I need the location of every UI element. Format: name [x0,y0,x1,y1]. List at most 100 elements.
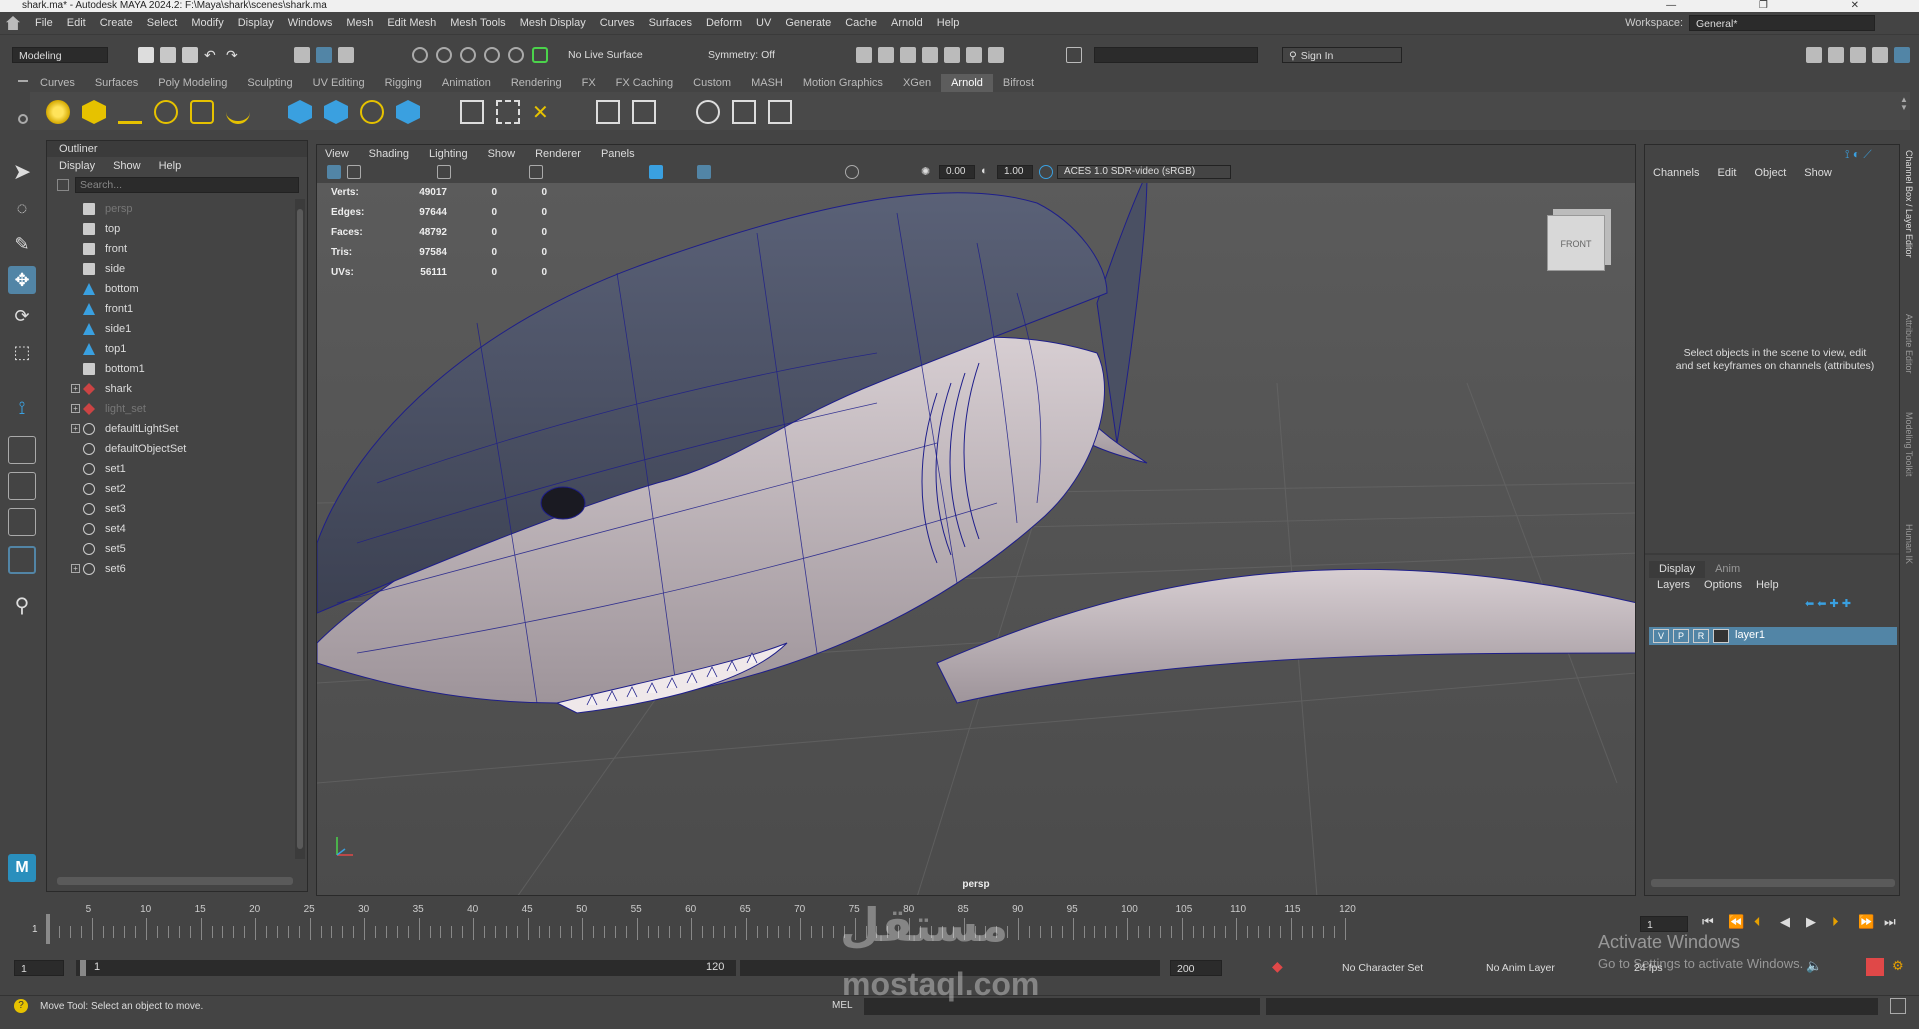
shelf-tab-curves[interactable]: Curves [30,74,85,92]
single-view-icon[interactable] [8,436,36,464]
wireframe-on-shaded-icon[interactable] [697,165,711,179]
outliner-hscrollbar[interactable] [57,877,293,885]
outliner-item[interactable]: top [47,219,287,239]
layer-reference-toggle[interactable]: R [1693,629,1709,643]
symmetry-dropdown[interactable]: Symmetry: Off [702,47,806,63]
menu-mesh-display[interactable]: Mesh Display [513,17,593,29]
paint-select-icon[interactable]: ✎ [8,230,36,258]
shelf-tab-surfaces[interactable]: Surfaces [85,74,148,92]
menu-edit[interactable]: Edit [60,17,93,29]
menu-surfaces[interactable]: Surfaces [642,17,699,29]
render-sequence-icon[interactable] [732,100,756,124]
export-standin-icon[interactable] [324,100,348,124]
outliner-item[interactable]: set2 [47,479,287,499]
move-tool-icon[interactable]: ✥ [8,266,36,294]
outliner-item[interactable]: bottom [47,279,287,299]
outliner-item[interactable]: side1 [47,319,287,339]
input-line-field[interactable] [1094,47,1258,63]
menu-display[interactable]: Display [231,17,281,29]
cb-menu-edit[interactable]: Edit [1717,167,1736,179]
shelf-tab-rigging[interactable]: Rigging [375,74,432,92]
live-surface-field[interactable]: No Live Surface [562,47,666,63]
render-view-shelf-icon[interactable] [460,100,484,124]
color-management-icon[interactable] [1039,165,1053,179]
open-scene-icon[interactable] [160,47,176,63]
outliner-item[interactable]: set4 [47,519,287,539]
shelf-tab-custom[interactable]: Custom [683,74,741,92]
play-render-icon[interactable] [768,100,792,124]
outliner-menu-display[interactable]: Display [59,160,95,172]
two-view-icon[interactable] [8,508,36,536]
outliner-item[interactable]: side [47,259,287,279]
outliner-item[interactable]: persp [47,199,287,219]
flush-cache-icon[interactable]: ✕ [532,100,556,124]
cb-menu-object[interactable]: Object [1754,167,1786,179]
animation-start-field[interactable]: 1 [14,960,64,976]
color-space-dropdown[interactable]: ACES 1.0 SDR-video (sRGB) [1057,165,1231,179]
viewport-menu-lighting[interactable]: Lighting [429,148,468,160]
last-tool-icon[interactable]: ⟟ [8,394,36,422]
physical-sky-icon[interactable] [226,100,250,124]
layer-visibility-toggle[interactable]: V [1653,629,1669,643]
layer-hscrollbar[interactable] [1651,879,1895,887]
layer-color-swatch[interactable] [1713,629,1729,643]
outliner-menu-help[interactable]: Help [159,160,182,172]
outliner-item[interactable]: + shark [47,379,287,399]
shelf-scroll-arrows[interactable]: ▲ ▼ [1900,96,1908,112]
menu-uv[interactable]: UV [749,17,778,29]
expand-toggle-icon[interactable]: + [71,424,80,433]
layer-action-icons[interactable]: ⬅ ⬅ ✚ ✚ [1805,597,1851,610]
shelf-tab-motion-graphics[interactable]: Motion Graphics [793,74,893,92]
channel-box-icon[interactable] [1894,47,1910,63]
pause-render-icon[interactable] [988,47,1004,63]
tx-manager-icon[interactable] [596,100,620,124]
ipr-render-icon[interactable] [900,47,916,63]
outliner-scrollbar[interactable] [295,199,305,859]
layer-playback-toggle[interactable]: P [1673,629,1689,643]
layer-menu-options[interactable]: Options [1704,579,1742,591]
shelf-tab-uv-editing[interactable]: UV Editing [303,74,375,92]
outliner-item[interactable]: set1 [47,459,287,479]
redo-icon[interactable]: ↷ [226,47,242,63]
go-to-start-icon[interactable]: ⏮ [1702,914,1714,930]
menu-mesh[interactable]: Mesh [339,17,380,29]
menu-file[interactable]: File [28,17,60,29]
menu-modify[interactable]: Modify [184,17,230,29]
gamma-field[interactable]: 1.00 [997,165,1033,179]
curve-collector-icon[interactable] [360,100,384,124]
outliner-search-input[interactable]: Search... [75,177,299,193]
isolate-select-icon[interactable] [845,165,859,179]
flush-textures-icon[interactable] [496,100,520,124]
skydome-light-icon[interactable] [154,100,178,124]
layer-name[interactable]: layer1 [1735,629,1765,641]
viewport-menu-view[interactable]: View [325,148,349,160]
photometric-light-icon[interactable] [118,100,142,124]
outliner-item[interactable]: + light_set [47,399,287,419]
character-controls-icon[interactable] [1828,47,1844,63]
outliner-item[interactable]: bottom1 [47,359,287,379]
snap-surface-icon[interactable] [508,47,524,63]
hypershade-icon[interactable] [944,47,960,63]
menu-edit-mesh[interactable]: Edit Mesh [380,17,443,29]
time-slider[interactable]: 5 10 15 20 25 30 35 40 45 50 55 60 65 70 75 80 85 90 95 100… [22,900,1622,946]
render-settings-icon[interactable] [922,47,938,63]
save-scene-icon[interactable] [182,47,198,63]
side-tab-human-ik[interactable]: Human IK [1904,524,1914,564]
viewport-menu-renderer[interactable]: Renderer [535,148,581,160]
layer-tab-anim[interactable]: Anim [1705,561,1750,578]
menu-arnold[interactable]: Arnold [884,17,930,29]
animation-end-field[interactable]: 200 [1170,960,1222,976]
shelf-tab-rendering[interactable]: Rendering [501,74,572,92]
script-editor-icon[interactable] [1890,998,1906,1014]
outliner-item[interactable]: defaultObjectSet [47,439,287,459]
select-camera-icon[interactable] [327,165,341,179]
exposure-icon[interactable]: ✺ [921,165,935,179]
snap-point-icon[interactable] [460,47,476,63]
help-icon[interactable]: ? [14,999,28,1013]
go-to-end-icon[interactable]: ⏭ [1884,914,1896,930]
shelf-tab-fx[interactable]: FX [572,74,606,92]
render-frame-icon[interactable] [878,47,894,63]
side-tab-modeling-toolkit[interactable]: Modeling Toolkit [1904,412,1914,476]
menu-cache[interactable]: Cache [838,17,884,29]
outliner-item[interactable]: set5 [47,539,287,559]
